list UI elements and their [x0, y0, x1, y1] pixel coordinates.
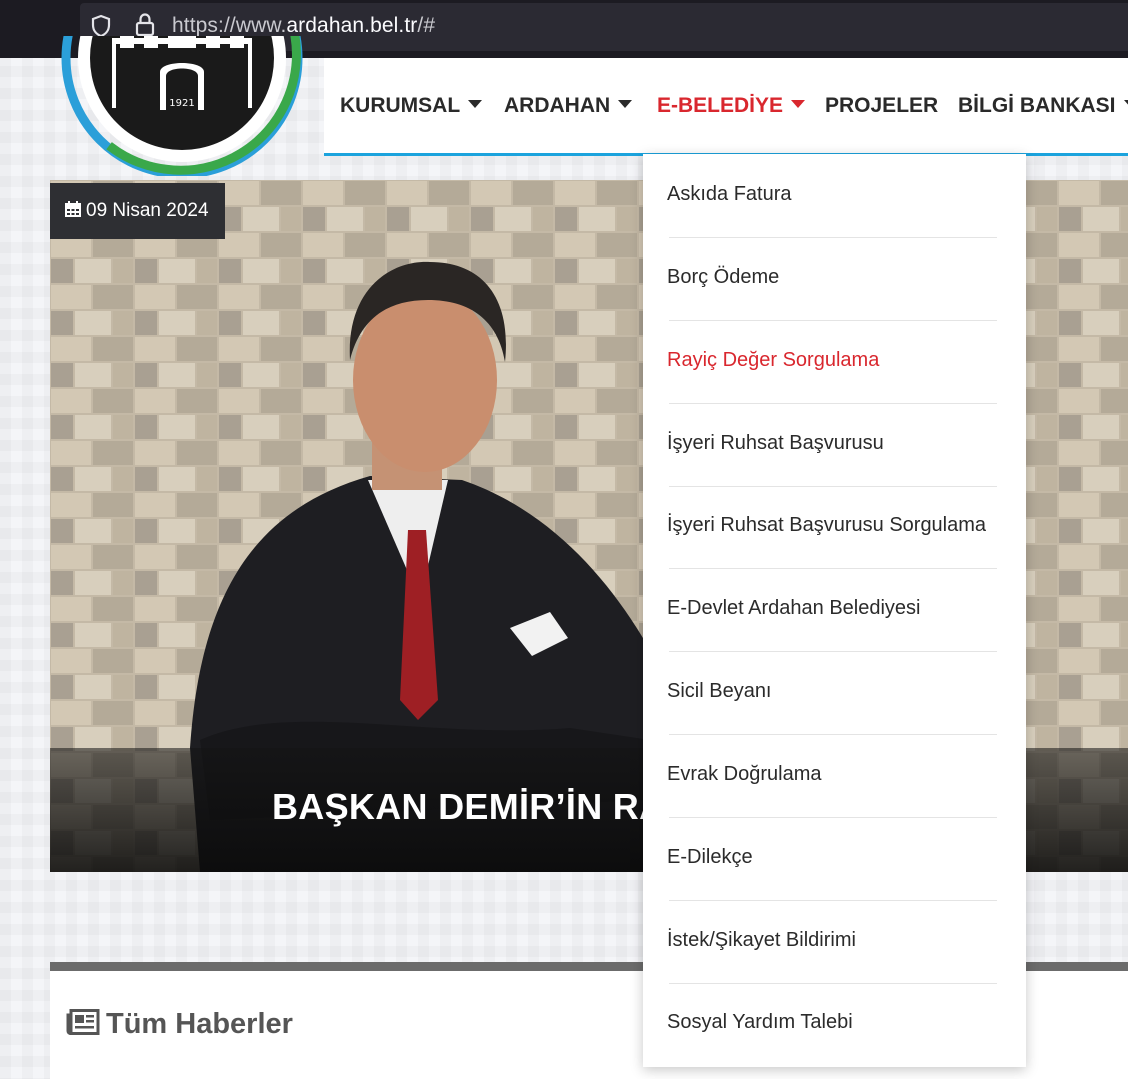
main-nav: KURUMSAL ARDAHAN E-BELEDİYE PROJELER BİL… [324, 58, 1128, 156]
url-text[interactable]: https://www.ardahan.bel.tr/# [172, 14, 435, 38]
menu-item-e-devlet[interactable]: E-Devlet Ardahan Belediyesi [667, 597, 920, 620]
menu-item-istek-sikayet[interactable]: İstek/Şikayet Bildirimi [667, 929, 856, 952]
menu-divider [669, 651, 997, 652]
caret-down-icon [791, 100, 806, 109]
caret-down-icon [468, 100, 483, 109]
menu-item-sosyal-yardim[interactable]: Sosyal Yardım Talebi [667, 1011, 853, 1034]
menu-divider [669, 900, 997, 901]
caret-down-icon [1123, 100, 1128, 109]
nav-label: ARDAHAN [504, 94, 611, 117]
hero-title[interactable]: BAŞKAN DEMİR’İN RAM [272, 786, 696, 828]
url-suffix: /# [417, 14, 436, 37]
nav-item-ardahan[interactable]: ARDAHAN [504, 94, 633, 118]
nav-label: BİLGİ BANKASI [958, 94, 1116, 117]
calendar-icon [65, 201, 81, 217]
nav-label: KURUMSAL [340, 94, 461, 117]
nav-item-kurumsal[interactable]: KURUMSAL [340, 94, 483, 118]
menu-divider [669, 403, 997, 404]
menu-divider [669, 486, 997, 487]
menu-item-isyeri-ruhsat-basvurusu[interactable]: İşyeri Ruhsat Başvurusu [667, 432, 884, 455]
menu-item-isyeri-ruhsat-sorgulama[interactable]: İşyeri Ruhsat Başvurusu Sorgulama [667, 514, 986, 537]
menu-item-borc-odeme[interactable]: Borç Ödeme [667, 266, 779, 289]
municipality-logo[interactable]: 1921 [60, 36, 310, 176]
caret-down-icon [618, 100, 633, 109]
e-belediye-dropdown: Askıda Fatura Borç Ödeme Rayiç Değer Sor… [643, 154, 1026, 1067]
nav-item-bilgi-bankasi[interactable]: BİLGİ BANKASI [958, 94, 1128, 118]
date-text: 09 Nisan 2024 [86, 200, 209, 221]
menu-item-sicil-beyani[interactable]: Sicil Beyanı [667, 680, 772, 703]
nav-item-projeler[interactable]: PROJELER [825, 94, 938, 118]
shield-icon[interactable] [90, 14, 112, 38]
menu-item-e-dilekce[interactable]: E-Dilekçe [667, 846, 753, 869]
menu-divider [669, 983, 997, 984]
menu-divider [669, 237, 997, 238]
news-heading-text: Tüm Haberler [106, 1008, 293, 1040]
nav-label: E-BELEDİYE [657, 94, 784, 117]
menu-item-rayic-deger-sorgulama[interactable]: Rayiç Değer Sorgulama [667, 349, 879, 372]
menu-divider [669, 734, 997, 735]
menu-divider [669, 320, 997, 321]
nav-label: PROJELER [825, 94, 939, 117]
menu-divider [669, 817, 997, 818]
newspaper-icon [66, 1009, 100, 1035]
news-heading: Tüm Haberler [66, 1008, 293, 1041]
url-domain: ardahan.bel.tr [286, 14, 418, 37]
date-badge: 09 Nisan 2024 [50, 183, 225, 239]
menu-divider [669, 568, 997, 569]
nav-item-e-belediye[interactable]: E-BELEDİYE [657, 94, 806, 118]
menu-item-askida-fatura[interactable]: Askıda Fatura [667, 183, 792, 206]
lock-icon[interactable] [134, 12, 156, 38]
logo-year: 1921 [169, 98, 194, 109]
menu-item-evrak-dogrulama[interactable]: Evrak Doğrulama [667, 763, 822, 786]
url-prefix: https://www. [172, 14, 287, 37]
logo-emblem: 1921 [61, 36, 303, 176]
